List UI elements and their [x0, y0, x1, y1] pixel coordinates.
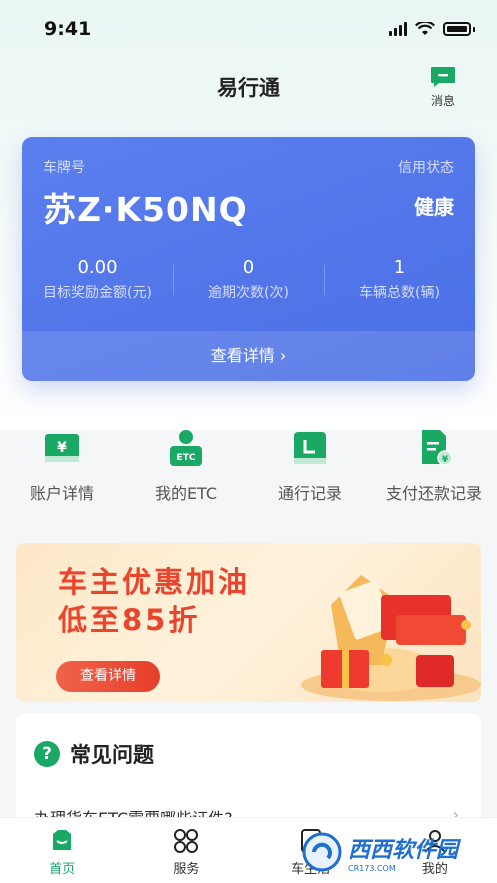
grid-icon [174, 829, 199, 853]
faq-header: ? 常见问题 [34, 739, 154, 769]
yuan-card-icon: ¥ [45, 434, 79, 462]
quick-label: 账户详情 [29, 484, 94, 503]
banner-details-button[interactable]: 查看详情 [56, 661, 160, 692]
stat-label: 车辆总数(辆) [359, 285, 440, 301]
svg-text:¥: ¥ [57, 440, 67, 456]
status-icons [389, 22, 475, 36]
banner-line-1: 车主优惠加油 [58, 565, 251, 599]
stat-reward: 0.00 目标奖励金额(元) [22, 257, 173, 307]
quick-label: 支付还款记录 [385, 484, 482, 503]
stat-value: 1 [393, 257, 406, 278]
banner-line-2: 低至85折 [58, 603, 201, 637]
quick-pass-records[interactable]: 通行记录 [248, 428, 372, 504]
tab-services[interactable]: 服务 [124, 818, 248, 883]
watermark-sub: CR173.COM [348, 863, 396, 873]
card-details-button[interactable]: 查看详情 › [22, 331, 475, 381]
status-time: 9:41 [44, 18, 92, 40]
stat-value: 0.00 [77, 257, 118, 278]
stat-label: 逾期次数(次) [208, 285, 289, 301]
tab-label: 首页 [49, 862, 76, 877]
messages-label: 消息 [430, 94, 455, 108]
messages-button[interactable]: 消息 [426, 66, 460, 109]
signal-icon [389, 22, 407, 36]
fuel-promo-banner[interactable]: 车主优惠加油 低至85折 查看详情 [16, 543, 481, 702]
wifi-icon [415, 22, 435, 35]
status-bar: 9:41 [0, 0, 497, 60]
tab-home[interactable]: 首页 [0, 818, 124, 883]
plate-label: 车牌号 [43, 160, 85, 176]
stat-overdue: 0 逾期次数(次) [173, 257, 324, 307]
etc-user-icon: ETC [170, 430, 202, 466]
watermark-emblem [302, 832, 342, 872]
stat-value: 0 [242, 257, 255, 278]
stat-vehicles: 1 车辆总数(辆) [324, 257, 475, 307]
record-icon [294, 432, 326, 464]
watermark-text: 西西软件园 [348, 837, 459, 863]
gift-illustration [301, 575, 481, 701]
svg-text:ETC: ETC [177, 453, 196, 463]
quick-payment-records[interactable]: ¥ 支付还款记录 [372, 428, 496, 504]
faq-title: 常见问题 [70, 743, 154, 767]
battery-icon [443, 22, 471, 36]
vehicle-card: 车牌号 信用状态 苏Z·K50NQ 健康 0.00 目标奖励金额(元) 0 逾期… [22, 137, 475, 381]
home-icon [53, 830, 72, 850]
banner-title: 车主优惠加油 低至85折 [58, 563, 250, 639]
credit-label: 信用状态 [398, 160, 454, 176]
quick-actions: ¥ 账户详情 ETC 我的ETC 通行记录 ¥ 支付还款记录 [0, 428, 497, 504]
battery-tip [473, 26, 475, 32]
question-icon: ? [34, 741, 60, 767]
quick-my-etc[interactable]: ETC 我的ETC [124, 428, 248, 504]
watermark-text-group: 西西软件园 CR173.COM [344, 832, 458, 873]
credit-status: 健康 [414, 195, 454, 219]
watermark-logo: 西西软件园 CR173.COM [300, 826, 480, 878]
quick-label: 通行记录 [277, 484, 342, 503]
tab-label: 服务 [173, 862, 200, 877]
card-stats: 0.00 目标奖励金额(元) 0 逾期次数(次) 1 车辆总数(辆) [22, 257, 475, 307]
stat-label: 目标奖励金额(元) [43, 285, 152, 301]
quick-label: 我的ETC [154, 484, 218, 503]
plate-number: 苏Z·K50NQ [43, 190, 248, 229]
svg-text:¥: ¥ [442, 455, 449, 465]
payment-doc-icon: ¥ [422, 430, 453, 466]
quick-account-details[interactable]: ¥ 账户详情 [0, 428, 124, 504]
page-title: 易行通 [217, 76, 280, 100]
message-icon [431, 67, 455, 87]
